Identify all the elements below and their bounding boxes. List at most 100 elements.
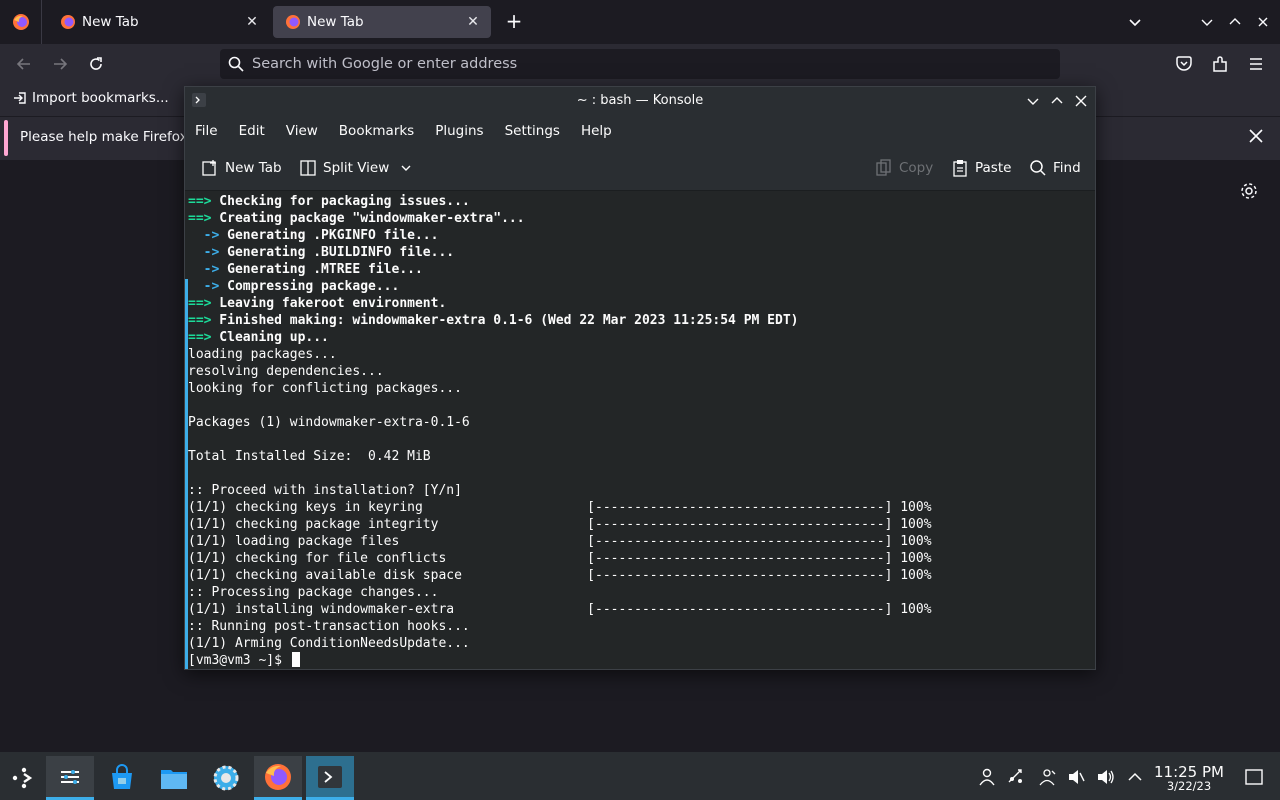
notification-accent xyxy=(4,120,8,156)
terminal-line-text: (1/1) checking keys in keyring [--------… xyxy=(188,500,932,515)
terminal-line: -> Generating .MTREE file... xyxy=(188,261,1095,278)
terminal-line: ==> Cleaning up... xyxy=(188,329,1095,346)
discover-store-icon xyxy=(112,764,132,789)
maximize-icon[interactable] xyxy=(1049,93,1065,109)
close-icon[interactable] xyxy=(1073,93,1089,109)
show-desktop-icon[interactable] xyxy=(1244,767,1264,787)
user-icon[interactable] xyxy=(977,767,997,787)
reload-icon[interactable] xyxy=(86,54,106,74)
extensions-icon[interactable] xyxy=(1210,54,1230,74)
copy-label: Copy xyxy=(899,160,934,176)
clock-time: 11:25 PM xyxy=(1154,763,1224,781)
volume-icon[interactable] xyxy=(1096,767,1116,787)
menu-file[interactable]: File xyxy=(195,123,218,139)
minimize-window-icon[interactable] xyxy=(1198,13,1216,31)
terminal-line: (1/1) checking for file conflicts [-----… xyxy=(188,550,1095,567)
split-view-button[interactable]: Split View xyxy=(299,159,419,177)
terminal-line-text: Generating .PKGINFO file... xyxy=(219,228,439,243)
search-icon xyxy=(1030,160,1046,176)
terminal-line-prefix: ==> xyxy=(188,296,212,311)
maximize-window-icon[interactable] xyxy=(1226,13,1244,31)
terminal-line: (1/1) checking package integrity [------… xyxy=(188,516,1095,533)
terminal-line-text: loading packages... xyxy=(188,347,337,362)
dolphin-files-icon xyxy=(161,770,187,789)
application-launcher[interactable] xyxy=(0,756,48,800)
network-icon[interactable] xyxy=(1037,767,1057,787)
text-cursor xyxy=(291,652,300,667)
taskbar-discover[interactable] xyxy=(98,756,146,800)
system-settings-icon xyxy=(213,765,239,791)
new-tab-button[interactable]: New Tab xyxy=(201,159,282,177)
find-button[interactable]: Find xyxy=(1029,159,1081,177)
gear-icon[interactable] xyxy=(1239,181,1259,201)
import-bookmarks-label: Import bookmarks... xyxy=(32,90,169,106)
digital-clock[interactable]: 11:25 PM 3/22/23 xyxy=(1148,764,1230,793)
microphone-muted-icon[interactable] xyxy=(1066,767,1086,787)
terminal-line-prefix: -> xyxy=(188,279,220,294)
taskbar-firefox[interactable] xyxy=(254,756,302,800)
tab-new-tab-2[interactable]: New Tab ✕ xyxy=(273,6,491,38)
split-view-icon xyxy=(300,160,316,176)
terminal-line-text: Leaving fakeroot environment. xyxy=(211,296,447,311)
close-window-icon[interactable] xyxy=(1254,13,1272,31)
menu-help[interactable]: Help xyxy=(581,123,612,139)
taskbar-konsole[interactable] xyxy=(306,756,354,800)
menu-plugins[interactable]: Plugins xyxy=(435,123,483,139)
menu-view[interactable]: View xyxy=(286,123,318,139)
app-menu-icon[interactable] xyxy=(1246,54,1266,74)
menu-settings[interactable]: Settings xyxy=(505,123,560,139)
close-tab-icon[interactable]: ✕ xyxy=(465,14,481,30)
konsole-titlebar[interactable]: ~ : bash — Konsole xyxy=(185,87,1095,115)
terminal-line-text: Packages (1) windowmaker-extra-0.1-6 xyxy=(188,415,470,430)
terminal-line: (1/1) installing windowmaker-extra [----… xyxy=(188,601,1095,618)
terminal-line-text: :: Proceed with installation? [Y/n] xyxy=(188,483,462,498)
chevron-up-icon[interactable] xyxy=(1125,767,1145,787)
terminal-line: Total Installed Size: 0.42 MiB xyxy=(188,448,1095,465)
terminal-line: :: Running post-transaction hooks... xyxy=(188,618,1095,635)
list-all-tabs-icon[interactable] xyxy=(1126,13,1144,31)
minimize-icon[interactable] xyxy=(1025,93,1041,109)
taskbar-system-settings[interactable] xyxy=(202,756,250,800)
terminal-line: Packages (1) windowmaker-extra-0.1-6 xyxy=(188,414,1095,431)
back-arrow-icon[interactable] xyxy=(14,54,34,74)
terminal-line: ==> Creating package "windowmaker-extra"… xyxy=(188,210,1095,227)
kde-connect-icon[interactable] xyxy=(1006,767,1026,787)
terminal-line-text: Cleaning up... xyxy=(211,330,329,345)
clock-date: 3/22/23 xyxy=(1166,779,1212,793)
forward-arrow-icon[interactable] xyxy=(50,54,70,74)
taskbar-overview[interactable] xyxy=(46,756,94,800)
paste-button[interactable]: Paste xyxy=(951,159,1011,177)
taskbar-dolphin[interactable] xyxy=(150,756,198,800)
terminal-line-text: (1/1) installing windowmaker-extra [----… xyxy=(188,602,932,617)
import-bookmarks-button[interactable]: Import bookmarks... xyxy=(12,90,169,106)
terminal-line-text: Finished making: windowmaker-extra 0.1-6… xyxy=(211,313,799,328)
firefox-favicon-icon xyxy=(61,15,75,29)
terminal-line: :: Processing package changes... xyxy=(188,584,1095,601)
notification-text: Please help make Firefox b xyxy=(20,129,201,145)
new-tab-button[interactable]: + xyxy=(502,10,526,34)
plasma-taskbar xyxy=(0,752,1280,800)
terminal-line-text: (1/1) Arming ConditionNeedsUpdate... xyxy=(188,636,470,651)
url-bar[interactable]: Search with Google or enter address xyxy=(220,49,1060,79)
close-notification-icon[interactable] xyxy=(1247,127,1265,145)
terminal-prompt-line[interactable]: [vm3@vm3 ~]$ xyxy=(188,652,1095,669)
tab-new-tab-1[interactable]: New Tab ✕ xyxy=(48,6,270,38)
menu-edit[interactable]: Edit xyxy=(239,123,265,139)
pocket-icon[interactable] xyxy=(1174,54,1194,74)
firefox-view-button[interactable] xyxy=(0,0,42,44)
terminal-line-prefix: ==> xyxy=(188,313,212,328)
url-bar-placeholder: Search with Google or enter address xyxy=(252,56,518,72)
search-icon xyxy=(228,56,244,72)
tab-label: New Tab xyxy=(307,14,364,30)
terminal-line-text: Generating .MTREE file... xyxy=(219,262,423,277)
menu-bookmarks[interactable]: Bookmarks xyxy=(339,123,414,139)
close-tab-icon[interactable]: ✕ xyxy=(244,14,260,30)
terminal-line: resolving dependencies... xyxy=(188,363,1095,380)
copy-button[interactable]: Copy xyxy=(875,159,933,177)
copy-icon xyxy=(876,159,891,176)
terminal-line: loading packages... xyxy=(188,346,1095,363)
terminal-area[interactable]: ==> Checking for packaging issues... ==> … xyxy=(185,191,1095,669)
terminal-line: -> Compressing package... xyxy=(188,278,1095,295)
